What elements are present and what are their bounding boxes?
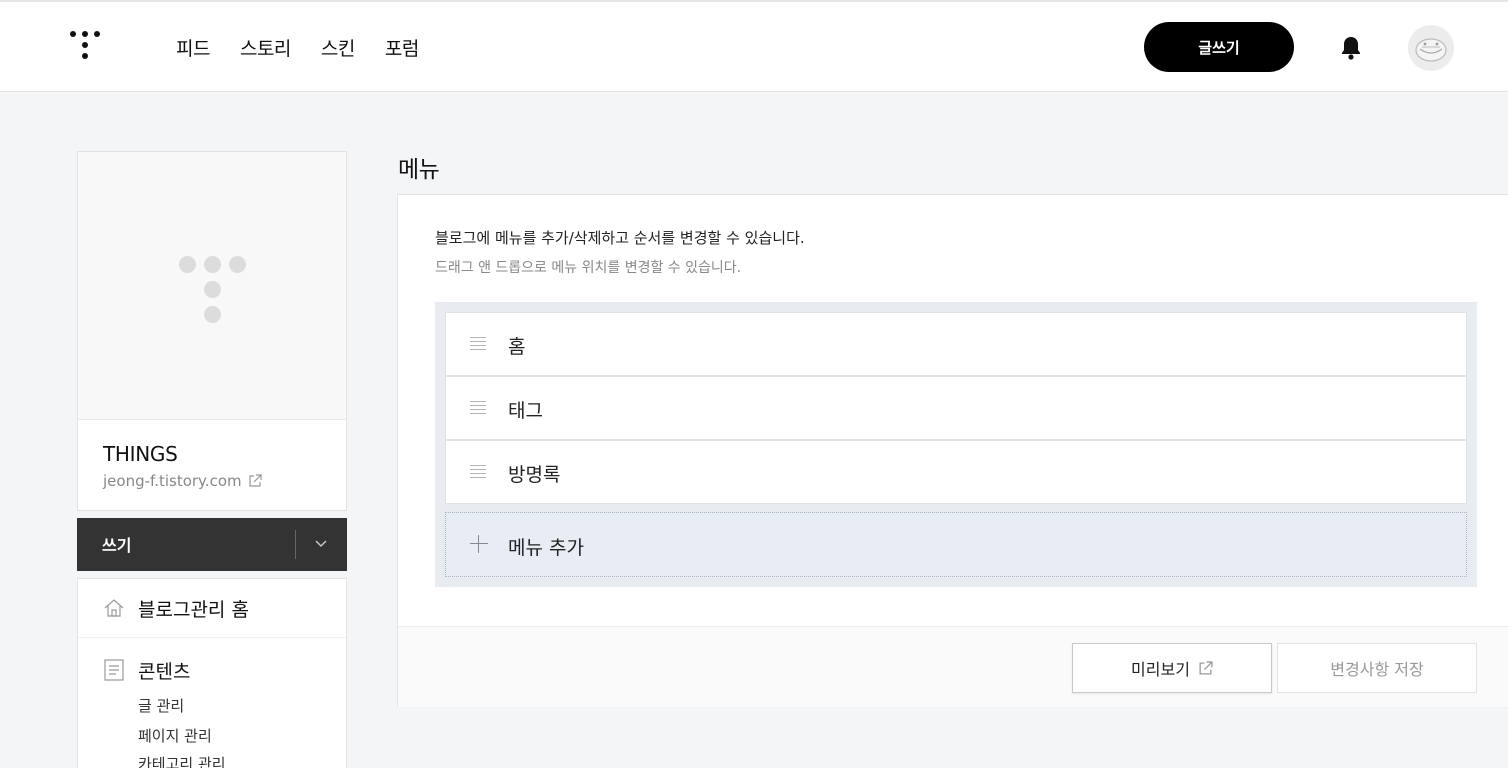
blog-name: THINGS [103, 442, 178, 466]
top-header: 피드 스토리 스킨 포럼 글쓰기 [0, 0, 1508, 92]
preview-label[interactable]: 미리보기 [1131, 656, 1190, 680]
bell-icon[interactable] [1339, 35, 1363, 61]
admin-menu: 블로그관리 홈 콘텐츠 글 관리 페이지 관리 카테고리 관리 [77, 578, 347, 768]
menu-item-row[interactable]: 태그 [445, 376, 1467, 440]
tistory-logo-icon[interactable] [70, 31, 102, 63]
menu-item-row[interactable]: 방명록 [445, 440, 1467, 504]
plus-icon [470, 535, 488, 553]
sidebar-item-blog-home[interactable]: 블로그관리 홈 [78, 579, 346, 638]
menu-item-name: 방명록 [508, 464, 561, 486]
sidebar-write-button[interactable]: 쓰기 [77, 518, 347, 571]
sidebar-item-label[interactable]: 콘텐츠 [138, 657, 190, 684]
card-footer: 미리보기 변경사항 저장 [398, 626, 1508, 707]
hint-text: 드래그 앤 드롭으로 메뉴 위치를 변경할 수 있습니다. [435, 260, 742, 276]
nav-skin[interactable]: 스킨 [321, 34, 355, 61]
external-link-icon [249, 474, 262, 487]
drag-handle-icon[interactable] [470, 465, 486, 479]
divider [295, 530, 296, 559]
menu-item-name: 홈 [508, 336, 526, 358]
nav-feed[interactable]: 피드 [176, 34, 210, 61]
nav-forum[interactable]: 포럼 [385, 34, 419, 61]
nav-story[interactable]: 스토리 [240, 34, 291, 61]
add-menu-label[interactable]: 메뉴 추가 [508, 533, 584, 560]
sidebar-subitem-categories[interactable]: 카테고리 관리 [138, 753, 226, 768]
main-nav: 피드 스토리 스킨 포럼 [176, 34, 449, 61]
sidebar-write-label[interactable]: 쓰기 [102, 532, 131, 556]
drag-handle-icon[interactable] [470, 401, 486, 415]
preview-button[interactable]: 미리보기 [1072, 643, 1272, 693]
blog-url-text[interactable]: jeong-f.tistory.com [103, 472, 242, 490]
menu-item-name: 태그 [508, 400, 543, 422]
document-icon [104, 659, 124, 681]
blog-url-link[interactable]: jeong-f.tistory.com [103, 472, 262, 490]
description-text: 블로그에 메뉴를 추가/삭제하고 순서를 변경할 수 있습니다. [435, 229, 805, 247]
external-link-icon [1199, 660, 1213, 674]
menu-settings-card: 블로그에 메뉴를 추가/삭제하고 순서를 변경할 수 있습니다. 드래그 앤 드… [397, 194, 1508, 707]
menu-list: 홈 태그 방명록 메뉴 추가 [435, 302, 1477, 587]
write-post-button[interactable]: 글쓰기 [1144, 22, 1294, 72]
blog-profile-image [78, 152, 346, 420]
sidebar-subitem-posts[interactable]: 글 관리 [138, 695, 184, 716]
drag-handle-icon[interactable] [470, 337, 486, 351]
save-changes-button[interactable]: 변경사항 저장 [1277, 643, 1477, 693]
menu-item-row[interactable]: 홈 [445, 312, 1467, 376]
avatar[interactable] [1408, 25, 1454, 71]
page-title: 메뉴 [398, 157, 440, 183]
home-icon [104, 599, 124, 617]
chevron-down-icon[interactable] [313, 535, 329, 551]
add-menu-button[interactable]: 메뉴 추가 [445, 512, 1467, 577]
blog-profile-card: THINGS jeong-f.tistory.com [77, 151, 347, 511]
sidebar-subitem-pages[interactable]: 페이지 관리 [138, 725, 212, 746]
sidebar-item-label[interactable]: 블로그관리 홈 [138, 595, 249, 622]
